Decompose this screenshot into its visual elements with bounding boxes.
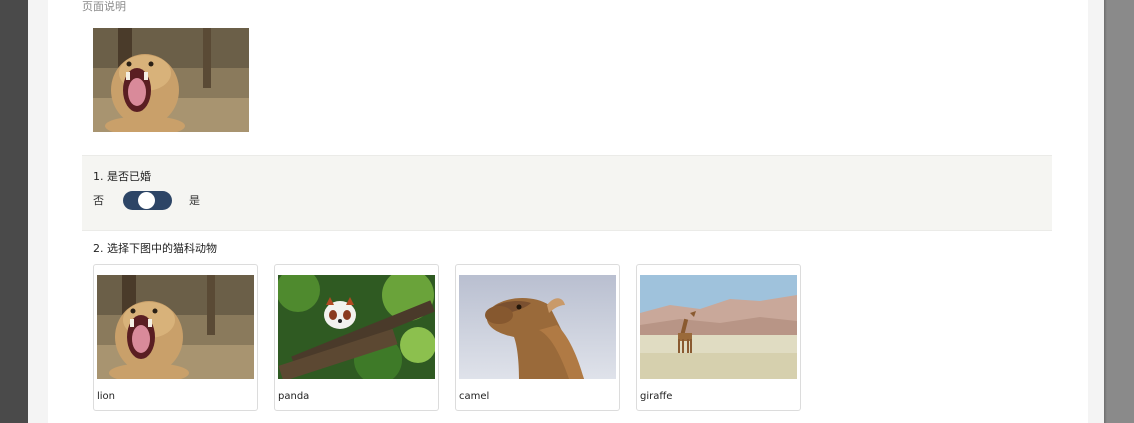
married-toggle-switch[interactable]: [123, 191, 172, 210]
question-1-block: 1. 是否已婚 否 是: [82, 155, 1052, 231]
choice-label-giraffe: giraffe: [640, 391, 673, 402]
form-panel: 页面说明 1. 是否已婚 否 是 2. 选择下图中的猫科动物 lion pand…: [28, 0, 1104, 423]
question-1-title: 1. 是否已婚: [93, 170, 151, 183]
choice-label-panda: panda: [278, 391, 310, 402]
choice-card-giraffe[interactable]: giraffe: [636, 264, 801, 411]
option-no-label: 否: [93, 194, 104, 207]
window-edge-left: [0, 0, 28, 423]
choice-card-lion[interactable]: lion: [93, 264, 258, 411]
page-description: 页面说明: [82, 0, 126, 13]
red-panda-photo: [278, 275, 435, 379]
choice-label-lion: lion: [97, 391, 116, 402]
question-2-title: 2. 选择下图中的猫科动物: [93, 242, 217, 255]
choice-label-camel: camel: [459, 391, 490, 402]
toggle-knob: [138, 192, 155, 209]
lion-hero-image: [93, 28, 249, 132]
giraffe-photo: [640, 275, 797, 379]
lion-photo: [97, 275, 254, 379]
choice-card-panda[interactable]: panda: [274, 264, 439, 411]
camel-photo: [459, 275, 616, 379]
form-card: 页面说明 1. 是否已婚 否 是 2. 选择下图中的猫科动物 lion pand…: [48, 0, 1088, 423]
choice-card-camel[interactable]: camel: [455, 264, 620, 411]
option-yes-label: 是: [189, 194, 200, 207]
window-edge-right: [1104, 0, 1134, 423]
